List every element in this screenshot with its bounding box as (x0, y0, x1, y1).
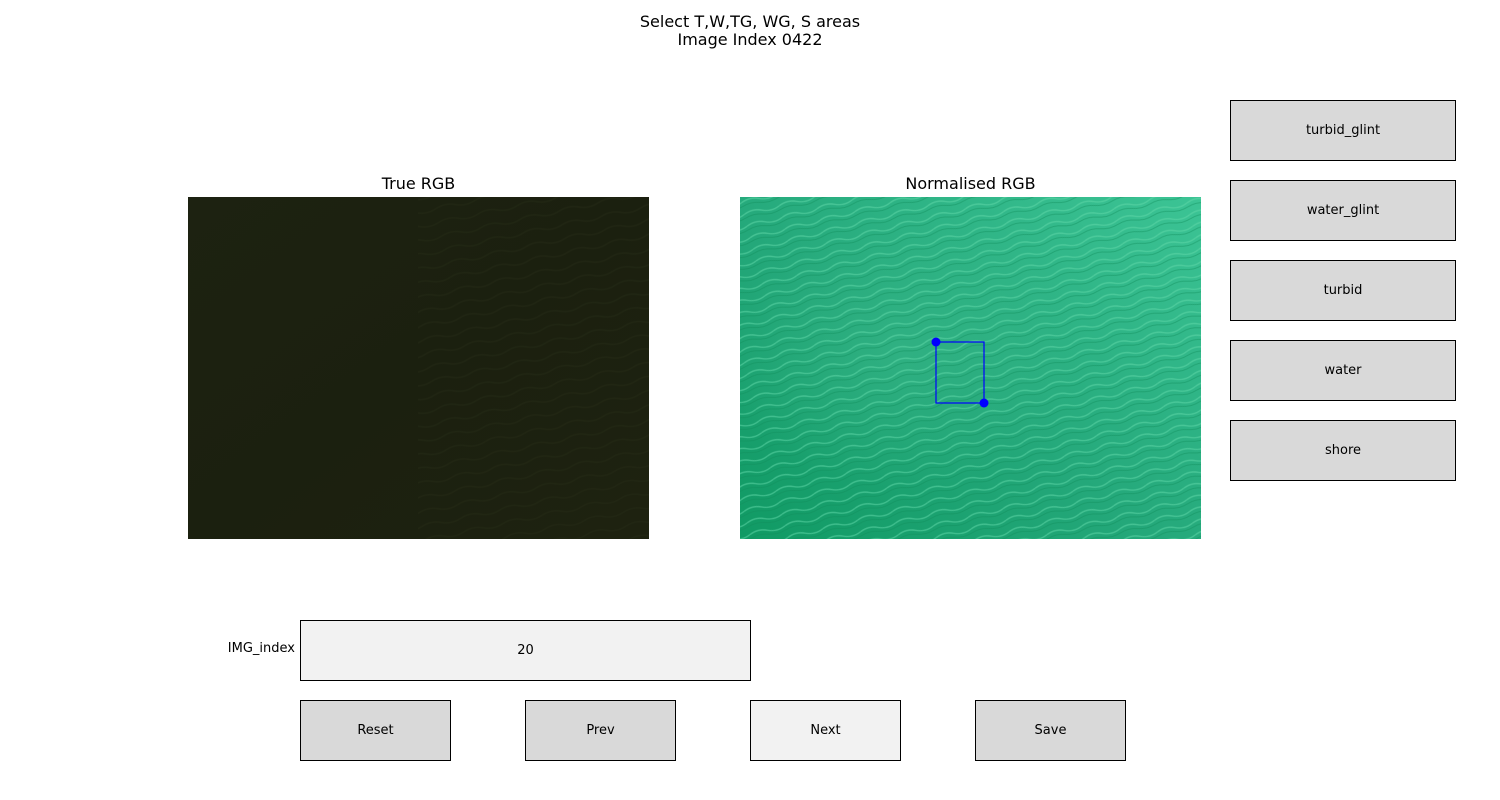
next-button[interactable]: Next (750, 700, 901, 761)
shore-button[interactable]: shore (1230, 420, 1456, 481)
turbid-glint-button[interactable]: turbid_glint (1230, 100, 1456, 161)
turbid-button[interactable]: turbid (1230, 260, 1456, 321)
normalised-rgb-image[interactable] (740, 197, 1201, 539)
true-rgb-title: True RGB (381, 174, 456, 193)
true-rgb-image (188, 197, 649, 539)
figure-title-line2: Image Index 0422 (677, 30, 823, 49)
normalised-rgb-title: Normalised RGB (905, 174, 1036, 193)
reset-button[interactable]: Reset (300, 700, 451, 761)
prev-button[interactable]: Prev (525, 700, 676, 761)
img-index-label: IMG_index (227, 641, 295, 656)
figure-title-line1: Select T,W,TG, WG, S areas (639, 12, 861, 31)
img-index-input[interactable]: 20 (300, 620, 751, 681)
water-glint-button[interactable]: water_glint (1230, 180, 1456, 241)
selection-handle-bottom-right[interactable] (979, 398, 989, 408)
selection-handle-top-left[interactable] (931, 337, 941, 347)
water-button[interactable]: water (1230, 340, 1456, 401)
save-button[interactable]: Save (975, 700, 1126, 761)
figure-title: Select T,W,TG, WG, S areas Image Index 0… (0, 13, 1500, 49)
